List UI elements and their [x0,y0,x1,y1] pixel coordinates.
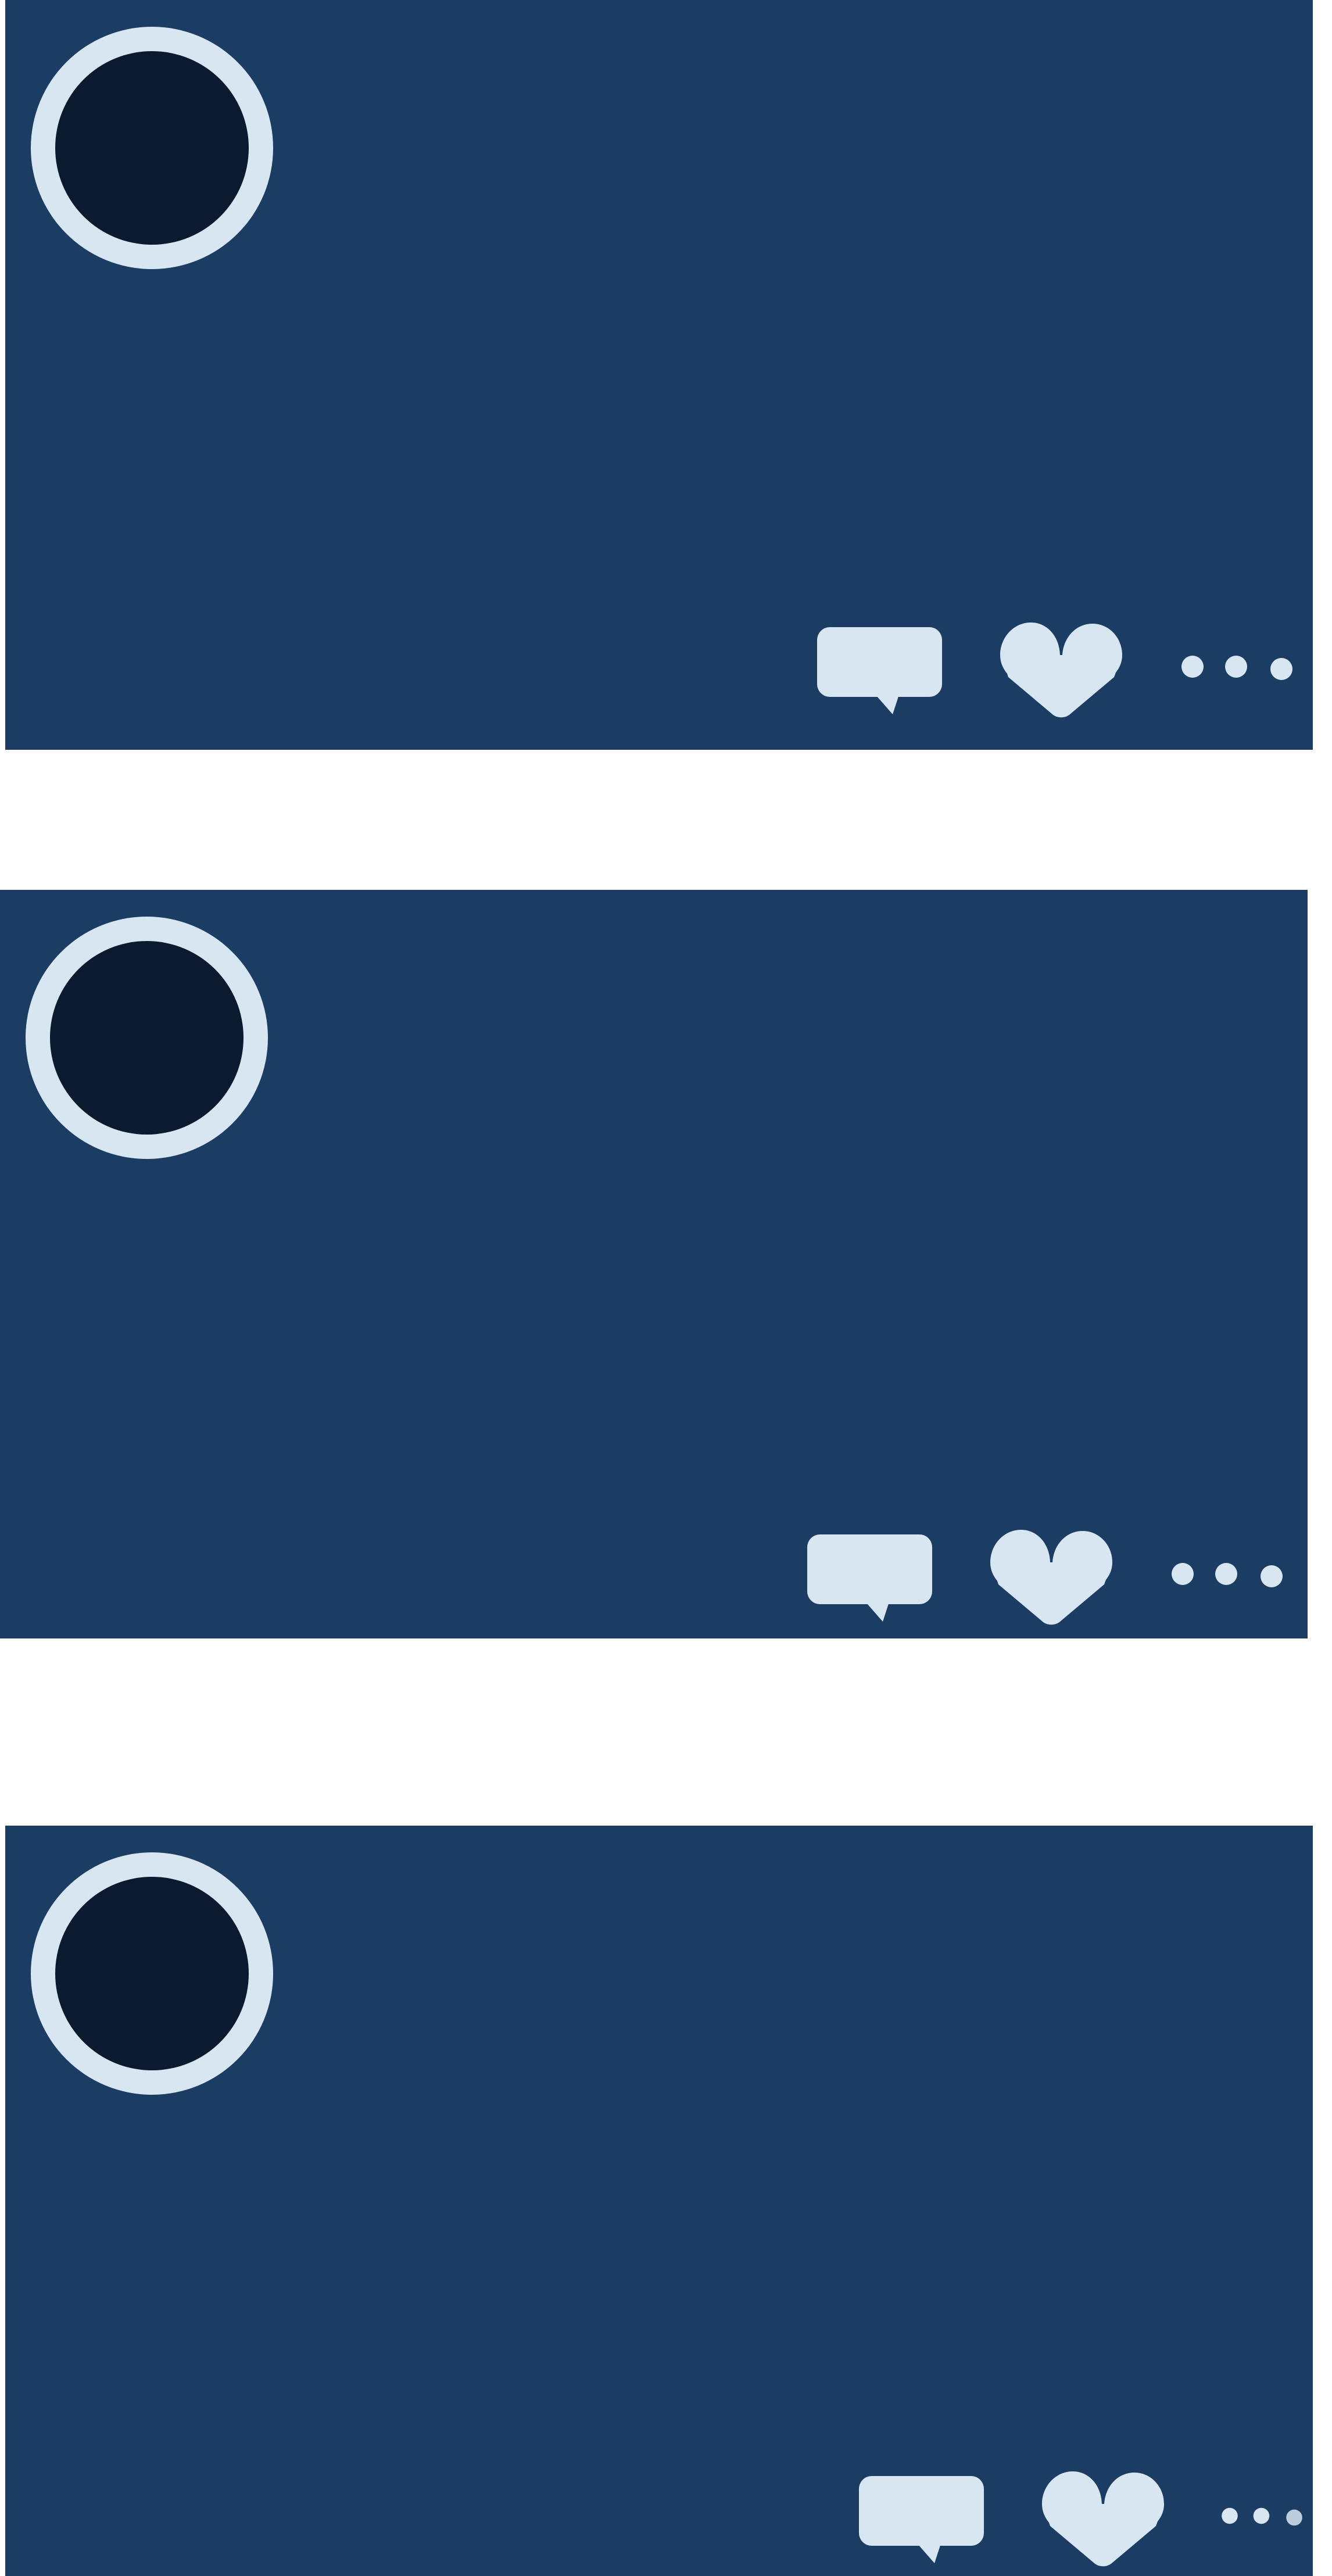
post-card [5,1826,1313,2576]
comment-icon[interactable] [859,2476,984,2566]
heart-icon[interactable] [999,621,1124,720]
avatar-image [55,51,249,245]
more-options-icon[interactable] [1180,654,1307,682]
avatar[interactable] [31,1852,273,2095]
post-card [0,890,1308,1638]
comment-icon[interactable] [807,1534,932,1625]
more-options-icon[interactable] [1220,2503,1313,2531]
avatar[interactable] [31,27,273,269]
avatar-image [55,1877,249,2070]
post-card [5,0,1313,750]
avatar[interactable] [26,917,268,1159]
heart-icon[interactable] [1041,2470,1166,2569]
comment-icon[interactable] [817,627,942,717]
avatar-image [50,941,244,1135]
heart-icon[interactable] [989,1529,1114,1627]
more-options-icon[interactable] [1170,1561,1297,1589]
